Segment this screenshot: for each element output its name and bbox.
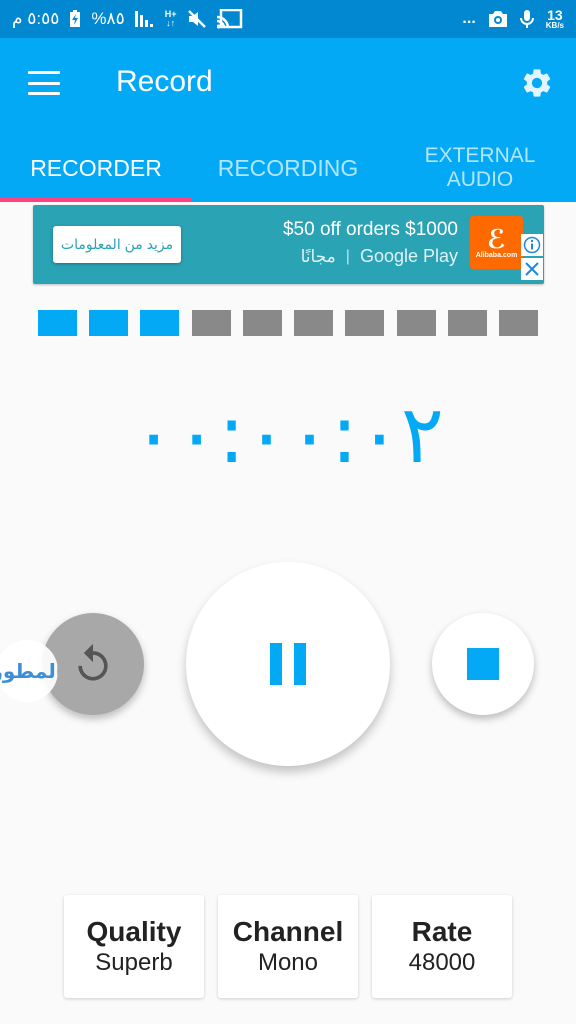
ad-price: مجانًا [300, 246, 336, 266]
level-segment-inactive [242, 310, 282, 336]
tab-label: EXTERNAL AUDIO [424, 143, 536, 191]
level-segment-inactive [396, 310, 436, 336]
hamburger-menu-icon[interactable] [28, 68, 60, 98]
pause-button[interactable] [186, 562, 390, 766]
level-segment-inactive [294, 310, 334, 336]
channel-card[interactable]: Channel Mono [218, 895, 358, 998]
ad-banner[interactable]: مزيد من المعلومات $50 off orders $1000 م… [33, 205, 544, 284]
tab-label: RECORDER [30, 154, 162, 181]
network-speed-value: 13 [547, 7, 563, 23]
status-bar: ٥:٥٥ م %٨٥ H+ ↓↑ ... 13 KB/s [0, 0, 576, 38]
level-segment-active [140, 310, 180, 336]
quality-label: Quality [86, 915, 182, 947]
level-segment-inactive [191, 310, 231, 336]
quality-value: Superb [95, 949, 173, 977]
camera-icon [488, 10, 508, 28]
channel-value: Mono [257, 949, 319, 977]
gear-icon[interactable] [520, 66, 554, 100]
stop-button[interactable] [432, 613, 534, 715]
battery-percent: %٨٥ [91, 9, 125, 28]
audio-level-meter [38, 310, 538, 336]
signal-icon [134, 11, 155, 27]
menu-line [28, 81, 60, 85]
ad-info-icon[interactable] [521, 234, 543, 256]
level-segment-active [89, 310, 129, 336]
watermark-text: المطور [0, 660, 58, 683]
overflow-dots: ... [462, 10, 476, 27]
ad-learn-more-button[interactable]: مزيد من المعلومات [53, 226, 181, 263]
tab-external-audio[interactable]: EXTERNAL AUDIO [384, 134, 576, 202]
channel-label: Channel [232, 915, 344, 947]
rate-card[interactable]: Rate 48000 [372, 895, 512, 998]
advertiser-logo: ℰ Alibaba.com [470, 216, 523, 269]
tab-recorder[interactable]: RECORDER [0, 134, 192, 202]
menu-line [28, 92, 60, 95]
microphone-icon [519, 10, 534, 28]
status-left: ٥:٥٥ م %٨٥ H+ ↓↑ [12, 0, 243, 38]
network-type-icon: H+ ↓↑ [165, 10, 177, 28]
recording-settings: Quality Superb Channel Mono Rate 48000 [64, 895, 512, 998]
clock: ٥:٥٥ م [12, 9, 60, 28]
network-speed-unit: KB/s [545, 21, 564, 30]
tab-indicator [0, 198, 192, 202]
menu-line [28, 71, 60, 74]
ad-headline: $50 off orders $1000 [282, 219, 458, 240]
rate-label: Rate [411, 915, 473, 947]
tab-label: RECORDING [217, 154, 359, 181]
cast-icon [216, 9, 243, 29]
page-title: Record [116, 65, 213, 98]
data-arrows-icon: ↓↑ [166, 18, 176, 28]
quality-card[interactable]: Quality Superb [64, 895, 204, 998]
app-bar: Record RECORDER RECORDING EXTERNAL AUDIO [0, 38, 576, 202]
reset-icon [78, 643, 108, 681]
level-segment-active [38, 310, 77, 336]
ad-close-icon[interactable] [521, 258, 543, 280]
status-right: ... 13 KB/s [462, 0, 564, 38]
stop-icon [467, 648, 499, 680]
ad-separator: | [345, 247, 350, 265]
level-segment-inactive [498, 310, 538, 336]
ad-store: Google Play [359, 246, 458, 266]
elapsed-timer: ٠٠:٠٠:٠٢ [132, 388, 444, 481]
rate-value: 48000 [408, 949, 476, 977]
pause-icon [270, 643, 282, 685]
mute-icon [187, 10, 207, 28]
level-segment-inactive [345, 310, 385, 336]
battery-charging-icon [69, 10, 81, 28]
watermark-logo: المطور [0, 640, 58, 702]
network-speed: 13 KB/s [546, 8, 564, 30]
level-segment-inactive [447, 310, 487, 336]
ad-subline: مجانًا | Google Play [301, 246, 458, 267]
tab-recording[interactable]: RECORDING [192, 134, 384, 202]
advertiser-name: Alibaba.com [475, 252, 518, 259]
tab-bar: RECORDER RECORDING EXTERNAL AUDIO [0, 134, 576, 202]
alibaba-logo-icon: ℰ [487, 224, 506, 254]
pause-icon [294, 643, 306, 685]
